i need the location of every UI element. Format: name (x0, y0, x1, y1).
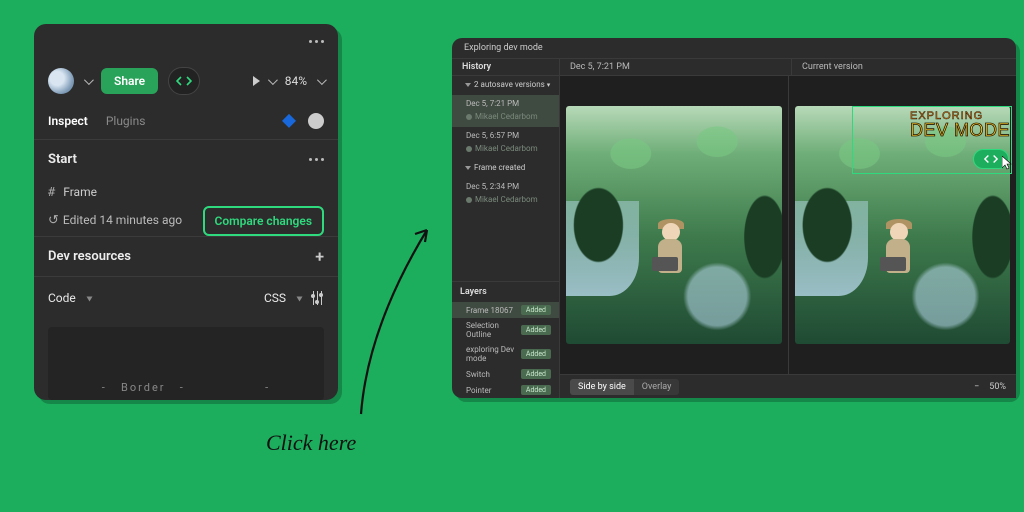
annotation-arrow (355, 226, 431, 416)
add-resource-button[interactable] (315, 247, 324, 266)
share-button[interactable]: Share (101, 68, 158, 94)
layers-heading: Layers (452, 281, 559, 302)
edited-timestamp: Edited 14 minutes ago (48, 213, 182, 228)
preview-current[interactable]: EXPLORING DEV MODE (788, 76, 1017, 374)
view-overlay[interactable]: Overlay (634, 379, 680, 395)
tab-inspect[interactable]: Inspect (48, 114, 88, 128)
zoom-value[interactable]: 84% (285, 74, 307, 88)
code-heading[interactable]: Code (48, 291, 76, 305)
code-chevron-icon[interactable] (84, 291, 92, 305)
lang-chevron-icon[interactable] (294, 291, 302, 305)
dev-resources-heading: Dev resources (48, 249, 131, 264)
avatar-chevron-icon[interactable] (84, 74, 91, 88)
layer-row[interactable]: SwitchAdded (452, 366, 559, 382)
view-side-by-side[interactable]: Side by side (570, 379, 634, 395)
compare-status-bar: Side by side Overlay − 50% (560, 374, 1016, 398)
code-icon (176, 76, 192, 86)
play-icon[interactable] (253, 76, 260, 86)
history-entry[interactable]: Dec 5, 7:21 PM Mikael Cedarbom (452, 95, 559, 127)
view-mode-toggle[interactable]: Side by side Overlay (570, 379, 679, 395)
window-title: Exploring dev mode (452, 38, 1016, 58)
zoom-out-button[interactable]: − (974, 382, 979, 392)
layer-row[interactable]: Frame 18067Added (452, 302, 559, 318)
autosave-group[interactable]: 2 autosave versions ▾ (452, 76, 559, 95)
version-history-window: Exploring dev mode History Dec 5, 7:21 P… (452, 38, 1016, 398)
column-current: Current version (792, 59, 1016, 75)
history-icon (48, 213, 63, 227)
inspect-panel: Share 84% Inspect Plugins Start Frame Ed… (34, 24, 338, 400)
toolbar: Share 84% (34, 59, 338, 102)
column-timestamp: Dec 5, 7:21 PM (560, 59, 792, 75)
history-sidebar: 2 autosave versions ▾ Dec 5, 7:21 PM Mik… (452, 76, 560, 398)
start-heading: Start (48, 152, 77, 167)
frame-label: Frame (63, 185, 97, 199)
annotation-text: Click here (266, 430, 356, 456)
dev-mode-toggle[interactable] (168, 67, 200, 95)
code-settings-icon[interactable] (310, 291, 324, 305)
layer-row[interactable]: PointerAdded (452, 382, 559, 398)
code-preview-box: - Border - - (48, 327, 324, 400)
jira-icon[interactable] (282, 114, 296, 128)
zoom-value[interactable]: 50% (989, 382, 1006, 392)
play-chevron-icon[interactable] (268, 74, 275, 88)
column-history: History (452, 59, 560, 75)
preview-area: EXPLORING DEV MODE Side by side Overlay (560, 76, 1016, 398)
pointer-icon (1002, 156, 1012, 170)
preview-old[interactable] (560, 76, 788, 374)
github-icon[interactable] (308, 113, 324, 129)
history-entry[interactable]: Dec 5, 2:34 PM Mikael Cedarbom (452, 178, 559, 210)
zoom-chevron-icon[interactable] (317, 74, 324, 88)
tab-plugins[interactable]: Plugins (106, 114, 146, 128)
layer-row[interactable]: Selection OutlineAdded (452, 318, 559, 342)
avatar[interactable] (48, 68, 74, 94)
history-entry[interactable]: Dec 5, 6:57 PM Mikael Cedarbom (452, 127, 559, 159)
frame-created-group[interactable]: Frame created (452, 159, 559, 178)
compare-changes-button[interactable]: Compare changes (203, 206, 324, 236)
layer-row[interactable]: exploring Dev modeAdded (452, 342, 559, 366)
panel-tabs: Inspect Plugins (34, 103, 338, 140)
code-lang[interactable]: CSS (264, 291, 286, 305)
frame-icon (48, 185, 55, 199)
